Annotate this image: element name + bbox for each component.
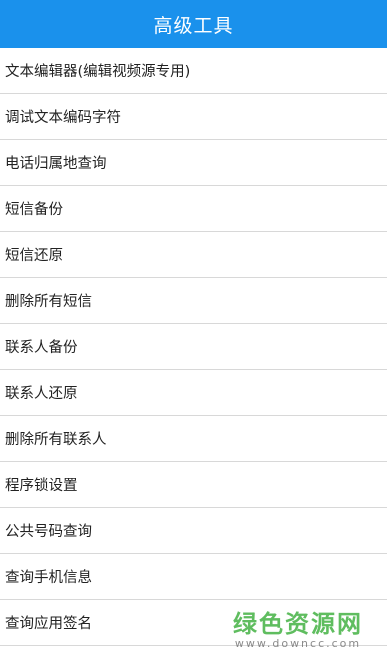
list-item-label: 调试文本编码字符 (5, 110, 121, 126)
list-item-phone-info[interactable]: 查询手机信息 (0, 554, 387, 600)
page-title: 高级工具 (153, 14, 234, 37)
list-item-label: 电话归属地查询 (5, 156, 107, 172)
list-item-label: 文本编辑器(编辑视频源专用) (5, 64, 191, 80)
tools-list: 文本编辑器(编辑视频源专用) 调试文本编码字符 电话归属地查询 短信备份 短信还… (0, 48, 387, 646)
list-item-label: 删除所有联系人 (5, 432, 107, 448)
list-item-public-number-lookup[interactable]: 公共号码查询 (0, 508, 387, 554)
list-item-label: 短信还原 (5, 248, 63, 264)
list-item-delete-all-sms[interactable]: 删除所有短信 (0, 278, 387, 324)
list-item-app-signature[interactable]: 查询应用签名 (0, 600, 387, 646)
list-item-label: 程序锁设置 (5, 478, 78, 494)
list-item-label: 短信备份 (5, 202, 63, 218)
list-item-phone-location-lookup[interactable]: 电话归属地查询 (0, 140, 387, 186)
list-item-debug-text-encoding[interactable]: 调试文本编码字符 (0, 94, 387, 140)
list-item-contacts-backup[interactable]: 联系人备份 (0, 324, 387, 370)
list-item-sms-restore[interactable]: 短信还原 (0, 232, 387, 278)
list-item-app-lock-settings[interactable]: 程序锁设置 (0, 462, 387, 508)
list-item-sms-backup[interactable]: 短信备份 (0, 186, 387, 232)
list-item-label: 查询应用签名 (5, 616, 92, 632)
list-item-label: 删除所有短信 (5, 294, 92, 310)
list-item-label: 公共号码查询 (5, 524, 92, 540)
list-item-label: 联系人备份 (5, 340, 78, 356)
title-bar: 高级工具 (0, 0, 387, 48)
list-item-label: 联系人还原 (5, 386, 78, 402)
list-item-text-editor[interactable]: 文本编辑器(编辑视频源专用) (0, 48, 387, 94)
list-item-contacts-restore[interactable]: 联系人还原 (0, 370, 387, 416)
list-item-label: 查询手机信息 (5, 570, 92, 586)
list-item-delete-all-contacts[interactable]: 删除所有联系人 (0, 416, 387, 462)
